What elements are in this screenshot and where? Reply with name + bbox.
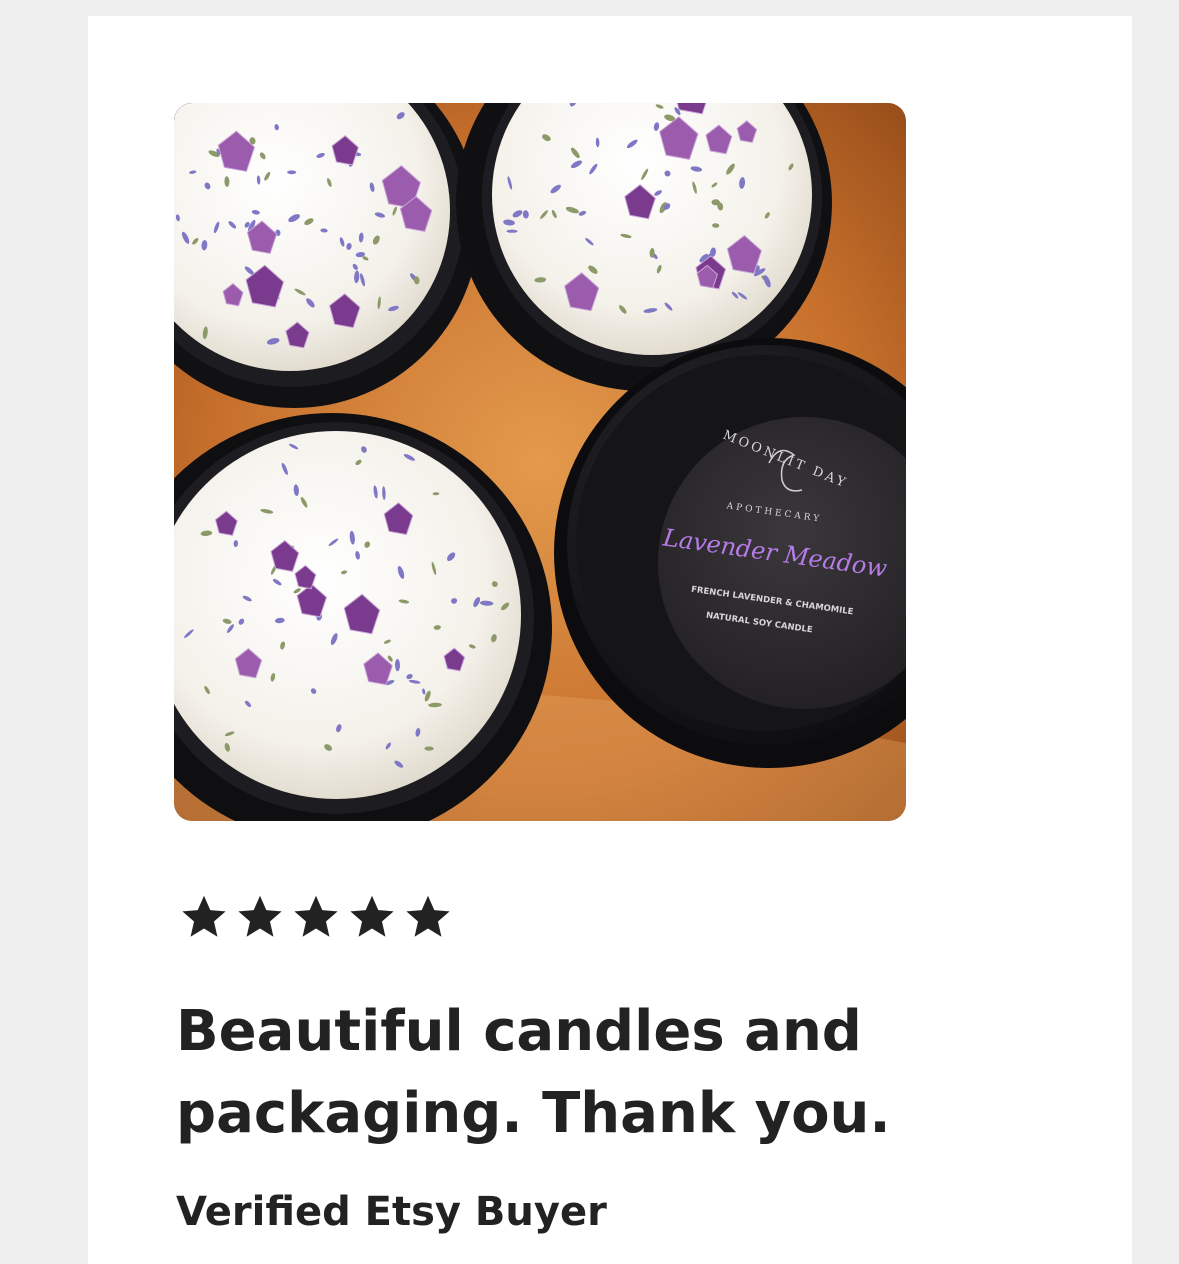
review-title-line1: Beautiful candles and [176,999,862,1064]
star-icon [290,891,342,943]
reviewer-name: Verified Etsy Buyer [176,1189,607,1235]
star-rating [178,891,454,943]
review-card: MOONLIT DAY APOTHECARY Lavender Meadow F… [88,16,1132,1264]
lavender-bud [287,170,297,175]
review-title: Beautiful candles and packaging. Thank yo… [176,991,976,1155]
candles-image: MOONLIT DAY APOTHECARY Lavender Meadow F… [174,103,906,821]
star-icon [346,891,398,943]
lavender-bud [506,229,518,233]
star-icon [178,891,230,943]
review-title-line2: packaging. Thank you. [176,1081,891,1146]
page: MOONLIT DAY APOTHECARY Lavender Meadow F… [0,0,1179,1264]
star-icon [402,891,454,943]
review-photo[interactable]: MOONLIT DAY APOTHECARY Lavender Meadow F… [174,103,906,821]
star-icon [234,891,286,943]
